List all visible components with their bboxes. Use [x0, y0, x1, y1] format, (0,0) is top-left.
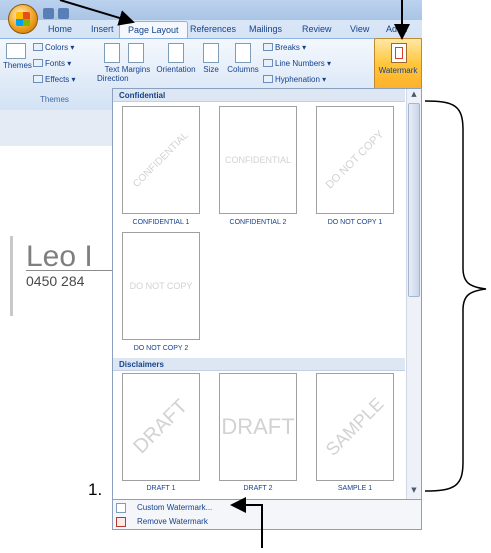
arrow-to-page-layout	[59, 0, 135, 26]
gallery-brace	[424, 100, 487, 492]
annotation-overlay	[59, 0, 487, 548]
arrow-to-custom-watermark	[230, 497, 263, 548]
